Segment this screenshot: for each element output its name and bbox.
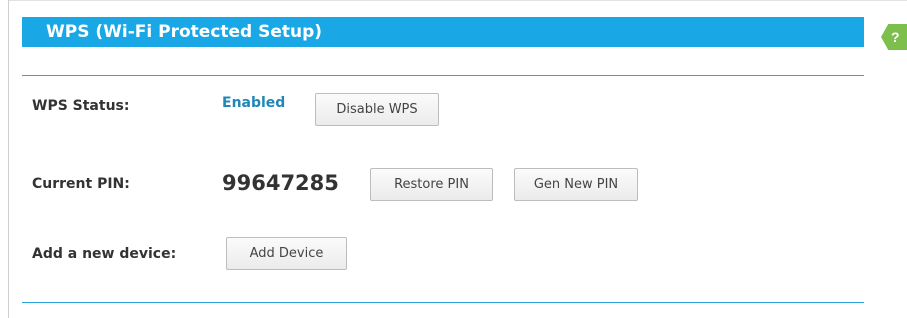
wps-status-value: Enabled bbox=[222, 95, 286, 111]
help-icon[interactable]: ? bbox=[881, 24, 907, 50]
divider-top bbox=[22, 75, 864, 76]
add-device-button[interactable]: Add Device bbox=[226, 237, 347, 270]
current-pin-value: 99647285 bbox=[222, 171, 339, 195]
wps-status-label: WPS Status: bbox=[32, 98, 130, 114]
add-device-label: Add a new device: bbox=[32, 246, 177, 262]
divider-bottom bbox=[22, 302, 864, 303]
disable-wps-button[interactable]: Disable WPS bbox=[315, 93, 439, 126]
frame-top-border bbox=[8, 0, 907, 1]
current-pin-label: Current PIN: bbox=[32, 176, 130, 192]
frame-left-border bbox=[8, 0, 9, 318]
wps-panel: WPS (Wi-Fi Protected Setup) ? WPS Status… bbox=[0, 0, 907, 318]
page-title: WPS (Wi-Fi Protected Setup) bbox=[22, 17, 864, 47]
restore-pin-button[interactable]: Restore PIN bbox=[370, 168, 493, 201]
gen-new-pin-button[interactable]: Gen New PIN bbox=[514, 168, 638, 201]
